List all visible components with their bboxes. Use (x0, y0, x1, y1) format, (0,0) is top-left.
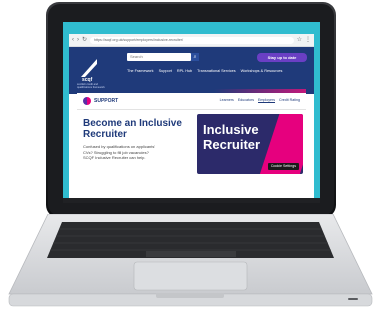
browser-toolbar: ‹ › ↻ https://scqf.org.uk/support/employ… (69, 34, 314, 47)
stay-up-to-date-button[interactable]: Stay up to date (257, 53, 307, 62)
trackpad[interactable] (133, 261, 248, 291)
browser-window: ‹ › ↻ https://scqf.org.uk/support/employ… (69, 34, 314, 198)
support-subheader: SUPPORT Learners Educators Employers Cre… (77, 89, 306, 110)
reload-icon[interactable]: ↻ (82, 37, 87, 43)
keyboard[interactable] (47, 222, 334, 258)
site-header: scqf scottish credit and qualifications … (69, 47, 314, 94)
support-title: SUPPORT (94, 98, 119, 104)
nav-item-workshops[interactable]: Workshops & Resources (241, 69, 283, 73)
laptop-base (8, 214, 373, 307)
taskbar (63, 198, 320, 203)
subnav-credit-rating[interactable]: Credit Rating (279, 98, 300, 102)
laptop-screen: ‹ › ↻ https://scqf.org.uk/support/employ… (63, 22, 320, 203)
search-icon: ⌕ (193, 54, 197, 60)
subnav-educators[interactable]: Educators (238, 98, 254, 102)
subnav-employers[interactable]: Employers (258, 98, 275, 102)
address-bar[interactable]: https://scqf.org.uk/support/employers/in… (90, 36, 294, 44)
svg-text:scqf: scqf (82, 77, 93, 82)
search-input[interactable]: Search (127, 53, 191, 61)
page-content: Become an Inclusive Recruiter Confused b… (77, 110, 306, 198)
hero-banner: Inclusive Recruiter Cookie Settings (197, 114, 303, 174)
nav-item-transnational[interactable]: Transnational Services (197, 69, 235, 73)
subnav-learners[interactable]: Learners (220, 98, 234, 102)
menu-icon[interactable]: ⋮ (305, 37, 311, 43)
support-logo-icon (83, 97, 91, 105)
hero-title: Inclusive Recruiter (203, 122, 261, 152)
nav-item-rpl-hub[interactable]: RPL Hub (177, 69, 192, 73)
support-subnav: Learners Educators Employers Credit Rati… (220, 98, 300, 102)
search-button[interactable]: ⌕ (191, 53, 199, 61)
nav-item-framework[interactable]: The Framework (127, 69, 154, 73)
page-title: Become an Inclusive Recruiter (83, 118, 182, 140)
intro-text: Confused by qualifications on applicants… (83, 144, 156, 160)
main-nav: The Framework Support RPL Hub Transnatio… (127, 69, 282, 73)
support-accent-stripe (77, 89, 306, 93)
nav-item-support[interactable]: Support (159, 69, 172, 73)
star-icon[interactable]: ☆ (297, 37, 302, 43)
cookie-settings-button[interactable]: Cookie Settings (267, 163, 299, 170)
back-icon[interactable]: ‹ (72, 37, 74, 43)
forward-icon[interactable]: › (77, 37, 79, 43)
scqf-logo-icon[interactable]: scqf (79, 55, 101, 82)
